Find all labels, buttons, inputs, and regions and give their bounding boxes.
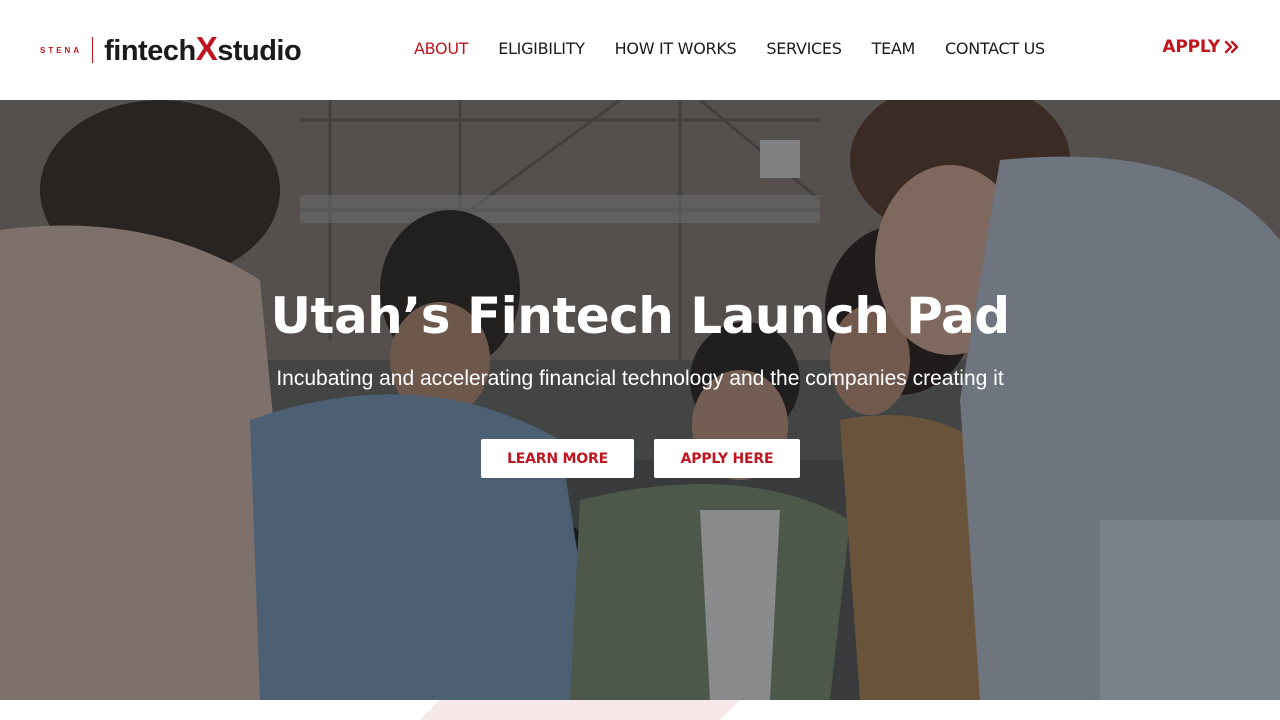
- next-section: [0, 700, 1280, 720]
- apply-nav-button[interactable]: APPLY: [1162, 37, 1240, 57]
- nav-item-contact-us[interactable]: CONTACT US: [945, 38, 1045, 60]
- apply-here-button[interactable]: APPLY HERE: [654, 439, 800, 478]
- nav-item-how-it-works[interactable]: HOW IT WORKS: [615, 38, 737, 60]
- double-chevron-right-icon: [1224, 40, 1240, 54]
- logo-word-studio: studio: [217, 35, 302, 67]
- logo-word-fintech: fintech: [104, 35, 196, 67]
- apply-nav-label: APPLY: [1162, 37, 1220, 57]
- learn-more-button[interactable]: LEARN MORE: [481, 439, 634, 478]
- logo-stena-text: STENA: [40, 45, 83, 55]
- fintechxstudio-logo[interactable]: STENA fintechXstudio: [40, 30, 302, 67]
- logo-wordmark: fintechXstudio: [104, 30, 302, 67]
- logo-word-x: X: [195, 30, 218, 67]
- nav-item-eligibility[interactable]: ELIGIBILITY: [498, 38, 585, 60]
- site-header: STENA fintechXstudio ABOUT ELIGIBILITY H…: [0, 0, 1280, 100]
- logo-divider: [92, 37, 94, 63]
- main-nav: ABOUT ELIGIBILITY HOW IT WORKS SERVICES …: [414, 38, 1045, 60]
- hero-section: Utah’s Fintech Launch Pad Incubating and…: [0, 100, 1280, 700]
- nav-item-services[interactable]: SERVICES: [766, 38, 842, 60]
- nav-item-team[interactable]: TEAM: [872, 38, 916, 60]
- decorative-shape: [420, 700, 740, 720]
- nav-item-about[interactable]: ABOUT: [414, 38, 469, 60]
- hero-subtitle: Incubating and accelerating financial te…: [276, 367, 1004, 390]
- hero-dark-overlay: [0, 100, 1280, 700]
- hero-title: Utah’s Fintech Launch Pad: [270, 287, 1010, 345]
